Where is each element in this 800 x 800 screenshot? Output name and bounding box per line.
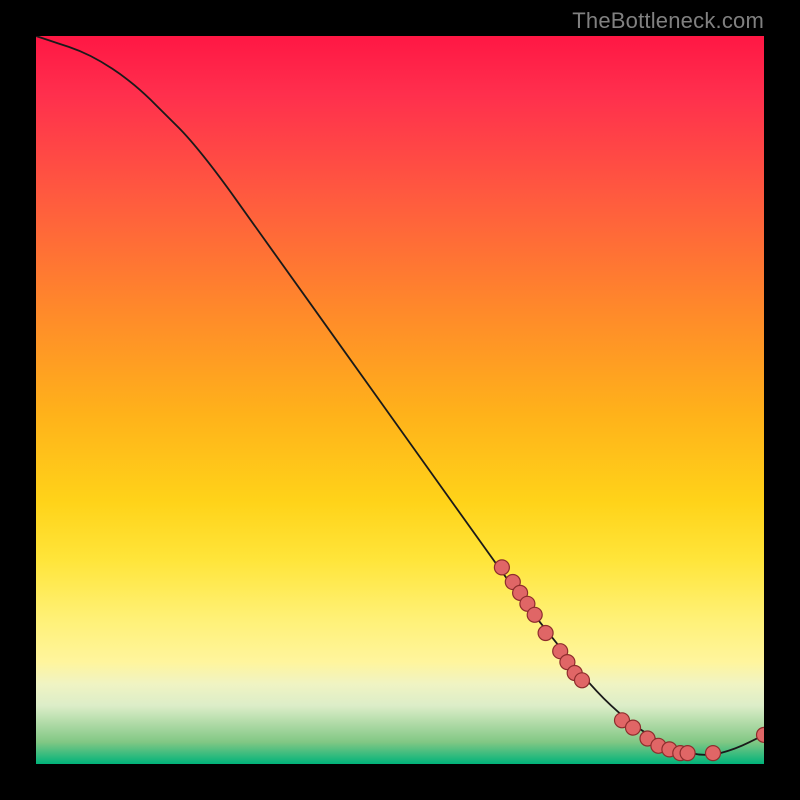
plot-area bbox=[36, 36, 764, 764]
data-markers bbox=[494, 560, 764, 761]
chart-svg bbox=[36, 36, 764, 764]
data-marker bbox=[757, 727, 765, 742]
data-marker bbox=[706, 746, 721, 761]
data-marker bbox=[494, 560, 509, 575]
chart-stage: TheBottleneck.com bbox=[0, 0, 800, 800]
data-marker bbox=[680, 746, 695, 761]
data-marker bbox=[527, 607, 542, 622]
watermark-text: TheBottleneck.com bbox=[572, 8, 764, 34]
data-marker bbox=[538, 626, 553, 641]
data-marker bbox=[575, 673, 590, 688]
data-marker bbox=[626, 720, 641, 735]
curve-line bbox=[36, 36, 764, 755]
